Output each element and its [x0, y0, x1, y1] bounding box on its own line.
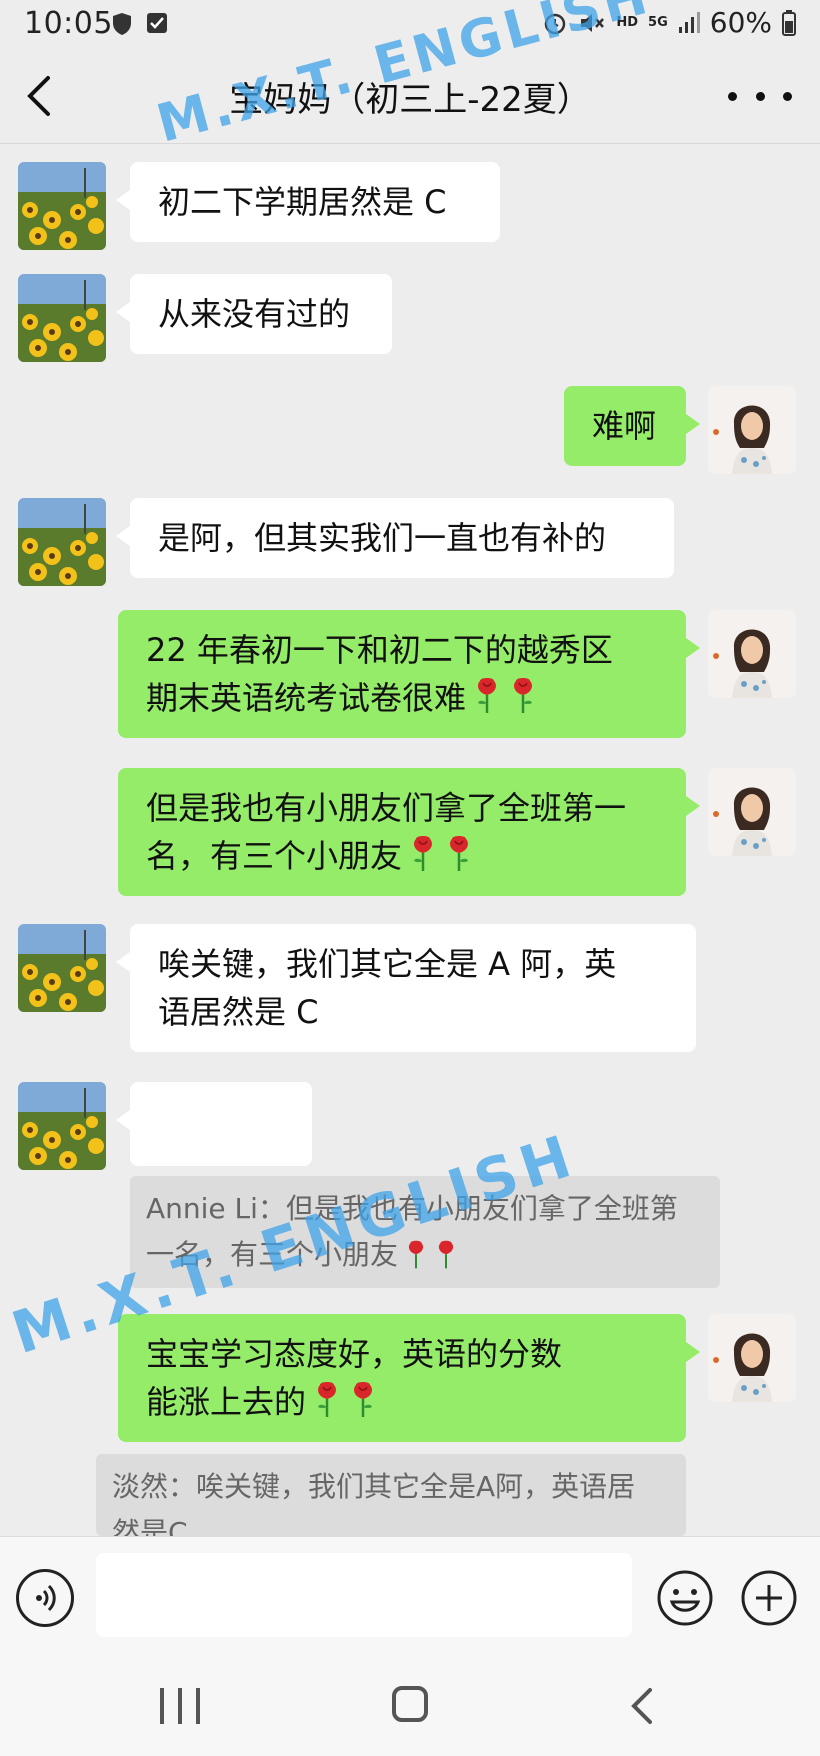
network-label: 5G	[648, 15, 668, 30]
rose-icon	[472, 677, 502, 715]
rose-icon	[404, 1238, 428, 1269]
chat-header: 宝妈妈（初三上-22夏）	[0, 48, 820, 144]
message-text: 但是我也有小朋友们拿了全班第一 名，有三个小朋友	[146, 789, 627, 875]
message-bubble-self[interactable]: 难啊	[564, 386, 700, 466]
hd-label: HD	[616, 15, 639, 30]
quote-text: 淡然：唉关键，我们其它全是A阿，英语居 然是C	[112, 1470, 636, 1536]
shield-icon	[113, 13, 131, 35]
rose-icon	[508, 677, 538, 715]
contact-avatar[interactable]	[18, 162, 106, 250]
self-avatar[interactable]	[708, 610, 796, 698]
message-bubble-self[interactable]: 22 年春初一下和初二下的越秀区 期末英语统考试卷很难	[118, 610, 700, 738]
signal-icon	[678, 11, 700, 33]
contact-avatar[interactable]	[18, 274, 106, 362]
home-icon[interactable]	[392, 1686, 428, 1722]
contact-avatar[interactable]	[18, 1082, 106, 1170]
rose-icon	[348, 1381, 378, 1419]
message-text: 唉关键，我们其它全是 A 阿，英 语居然是 C	[158, 945, 617, 1031]
plus-icon[interactable]	[740, 1569, 798, 1627]
self-avatar[interactable]	[708, 1314, 796, 1402]
contact-avatar[interactable]	[18, 924, 106, 1012]
status-time: 10:05	[24, 6, 113, 41]
system-nav-bar	[0, 1652, 820, 1756]
alarm-icon	[545, 13, 566, 34]
recents-icon[interactable]	[160, 1688, 200, 1728]
rose-icon	[312, 1381, 342, 1419]
battery-percent: 60%	[709, 6, 772, 39]
quoted-message[interactable]: Annie Li：但是我也有小朋友们拿了全班第 一名，有三个小朋友	[130, 1176, 720, 1288]
message-text: 22 年春初一下和初二下的越秀区 期末英语统考试卷很难	[146, 631, 613, 717]
message-bubble[interactable]: 从来没有过的	[116, 274, 392, 354]
rose-icon	[408, 835, 438, 873]
message-bubble[interactable]	[116, 1082, 312, 1237]
chat-screen: 10:05 HD 5G 60% 宝妈妈（初三上-22夏） 初二下学期居然是 C	[0, 0, 820, 1756]
message-text: 初二下学期居然是 C	[158, 183, 447, 221]
message-bubble-self[interactable]: 宝宝学习态度好，英语的分数 能涨上去的	[118, 1314, 700, 1442]
mute-icon	[581, 13, 605, 32]
message-bubble[interactable]: 唉关键，我们其它全是 A 阿，英 语居然是 C	[116, 924, 696, 1052]
back-icon[interactable]	[622, 1684, 662, 1728]
message-text: 是阿，但其实我们一直也有补的	[158, 519, 607, 557]
quoted-message[interactable]: 淡然：唉关键，我们其它全是A阿，英语居 然是C	[96, 1454, 686, 1536]
status-bar: 10:05 HD 5G 60%	[0, 0, 820, 48]
header-divider	[0, 143, 820, 144]
self-avatar[interactable]	[708, 386, 796, 474]
input-bar	[0, 1536, 820, 1653]
message-input[interactable]	[96, 1553, 632, 1637]
battery-icon	[782, 9, 796, 36]
more-dots-icon[interactable]	[728, 78, 792, 114]
message-bubble[interactable]: 是阿，但其实我们一直也有补的	[116, 498, 674, 578]
message-text: 从来没有过的	[158, 295, 351, 333]
contact-avatar[interactable]	[18, 498, 106, 586]
rose-icon	[434, 1238, 458, 1269]
chat-title: 宝妈妈（初三上-22夏）	[229, 80, 591, 120]
voice-icon[interactable]	[16, 1569, 74, 1627]
emoji-icon[interactable]	[656, 1569, 714, 1627]
message-text: 难啊	[592, 407, 657, 445]
message-bubble-self[interactable]: 但是我也有小朋友们拿了全班第一 名，有三个小朋友	[118, 768, 700, 896]
checkbox-icon	[147, 13, 167, 33]
message-bubble[interactable]: 初二下学期居然是 C	[116, 162, 500, 242]
self-avatar[interactable]	[708, 768, 796, 856]
rose-icon	[444, 835, 474, 873]
